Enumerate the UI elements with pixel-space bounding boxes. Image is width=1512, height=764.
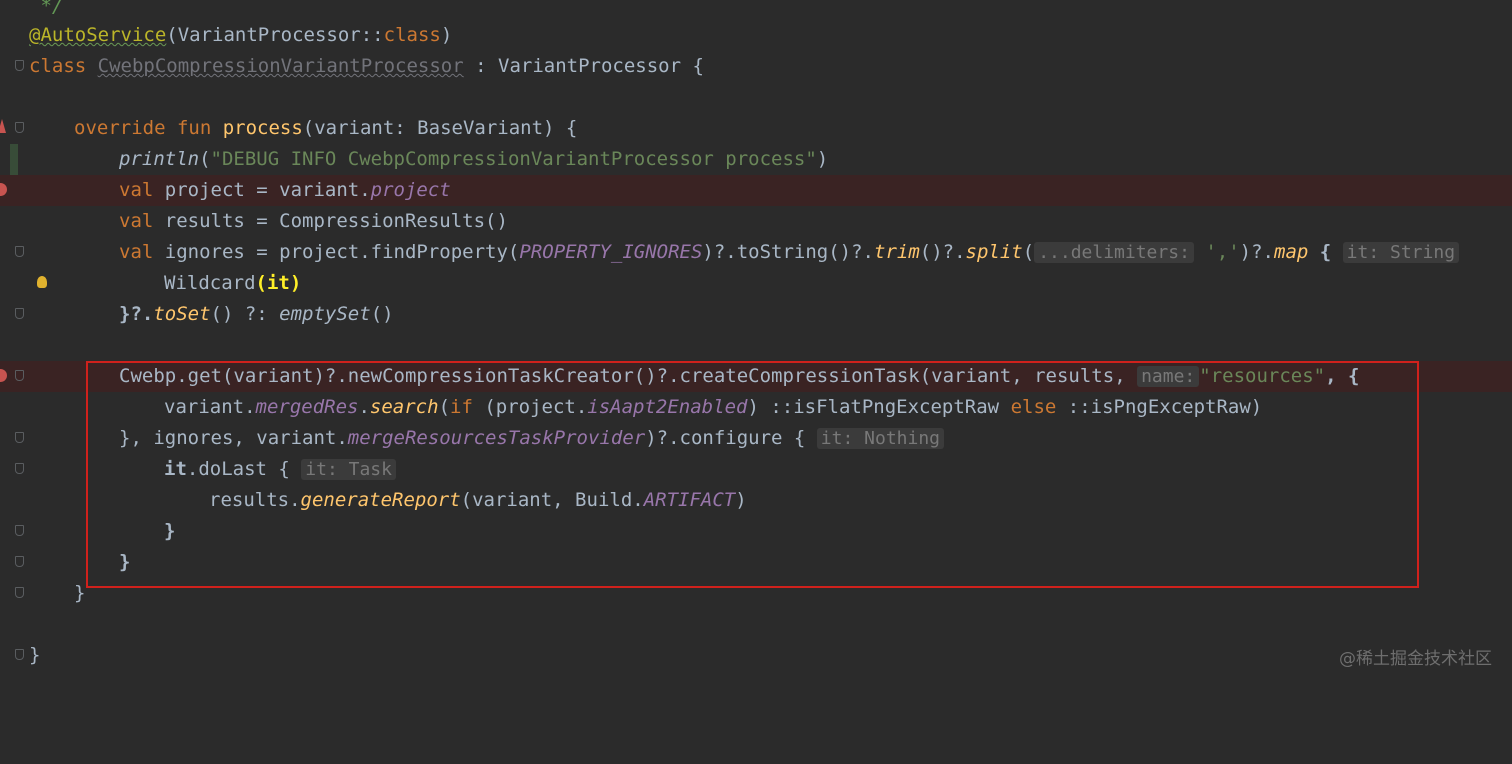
code-line-val-ignores[interactable]: val ignores = project.findProperty(PROPE… <box>0 237 1512 268</box>
code-line-val-results[interactable]: val results = CompressionResults() <box>0 206 1512 237</box>
code-line-close-class[interactable]: } <box>0 640 1512 671</box>
breakpoint-icon[interactable] <box>0 183 7 196</box>
fold-icon[interactable] <box>15 463 24 474</box>
code-line-configure[interactable]: }, ignores, variant.mergeResourcesTaskPr… <box>0 423 1512 454</box>
class-name: CwebpCompressionVariantProcessor <box>97 55 464 77</box>
fold-icon[interactable] <box>15 649 24 660</box>
type-hint: it: Task <box>301 459 396 480</box>
fold-icon[interactable] <box>15 556 24 567</box>
code-line-toset[interactable]: }?.toSet() ?: emptySet() <box>0 299 1512 330</box>
code-line-println[interactable]: println("DEBUG INFO CwebpCompressionVari… <box>0 144 1512 175</box>
type-hint: it: String <box>1342 242 1460 263</box>
code-line-cwebp-get[interactable]: Cwebp.get(variant)?.newCompressionTaskCr… <box>0 361 1512 392</box>
code-line-comment-end[interactable]: */ <box>0 0 1512 22</box>
vcs-change-marker[interactable] <box>10 144 18 175</box>
code-line-annotation[interactable]: @AutoService(VariantProcessor::class) <box>0 20 1512 51</box>
fold-icon[interactable] <box>15 432 24 443</box>
parameter-hint: ...delimiters: <box>1034 242 1194 263</box>
code-line-dolast[interactable]: it.doLast { it: Task <box>0 454 1512 485</box>
comment-text: */ <box>29 0 64 17</box>
fold-icon[interactable] <box>15 60 24 71</box>
code-line-class-declaration[interactable]: class CwebpCompressionVariantProcessor :… <box>0 51 1512 82</box>
code-line-generate-report[interactable]: results.generateReport(variant, Build.AR… <box>0 485 1512 516</box>
code-line-val-project[interactable]: val project = variant.project <box>0 175 1512 206</box>
code-line-merged-res-search[interactable]: variant.mergedRes.search(if (project.isA… <box>0 392 1512 423</box>
code-line-wildcard[interactable]: Wildcard(it) <box>0 268 1512 299</box>
fold-icon[interactable] <box>15 308 24 319</box>
breakpoint-icon[interactable] <box>0 369 7 382</box>
parameter-hint: name: <box>1137 366 1200 387</box>
annotation-autoservice: @AutoService <box>29 24 167 46</box>
watermark: @稀土掘金技术社区 <box>1339 649 1492 669</box>
function-name-process: process <box>222 117 303 139</box>
code-line-close-process[interactable]: } <box>0 578 1512 609</box>
code-line-close-configure[interactable]: } <box>0 547 1512 578</box>
fold-icon[interactable] <box>15 525 24 536</box>
code-line-close-dolast[interactable]: } <box>0 516 1512 547</box>
override-marker-icon[interactable] <box>0 119 6 133</box>
fold-icon[interactable] <box>15 246 24 257</box>
fold-icon[interactable] <box>15 122 24 133</box>
fold-icon[interactable] <box>15 587 24 598</box>
lightbulb-icon[interactable] <box>37 276 47 288</box>
type-hint: it: Nothing <box>816 428 945 449</box>
fold-icon[interactable] <box>15 370 24 381</box>
code-editor[interactable]: */ @AutoService(VariantProcessor::class)… <box>0 0 1512 691</box>
code-line-override-process[interactable]: override fun process(variant: BaseVarian… <box>0 113 1512 144</box>
